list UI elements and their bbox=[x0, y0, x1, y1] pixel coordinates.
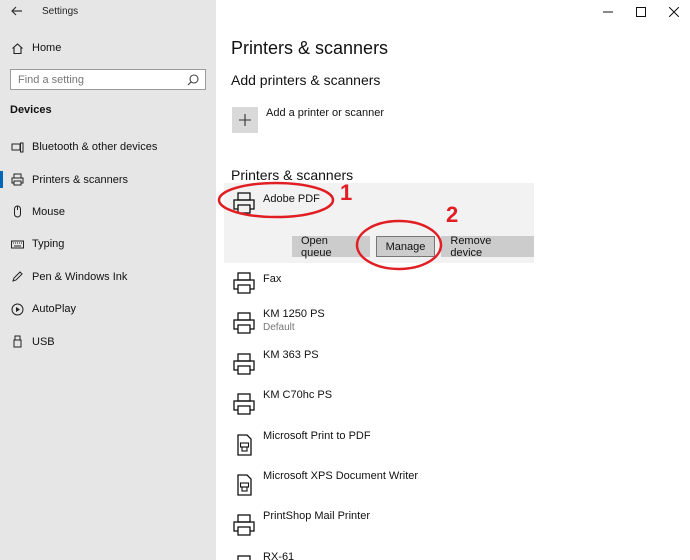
usb-icon bbox=[10, 335, 24, 349]
printer-name: Adobe PDF bbox=[263, 193, 320, 205]
printer-name: Microsoft Print to PDF bbox=[263, 429, 371, 442]
open-queue-button[interactable]: Open queue bbox=[292, 235, 370, 259]
printer-name: KM 1250 PS bbox=[263, 308, 325, 321]
printer-item-ms-xps[interactable]: Microsoft XPS Document Writer bbox=[224, 465, 534, 505]
main-content: Printers & scanners Add printers & scann… bbox=[216, 0, 690, 560]
search-icon[interactable] bbox=[186, 73, 200, 87]
sidebar-item-usb[interactable]: USB bbox=[0, 325, 216, 357]
annotation-number-1: 1 bbox=[340, 180, 353, 205]
printer-item-km-c70hc[interactable]: KM C70hc PS bbox=[224, 384, 534, 424]
sidebar-item-label: Bluetooth & other devices bbox=[32, 141, 158, 154]
printer-icon bbox=[233, 192, 255, 214]
pen-icon bbox=[10, 270, 24, 284]
autoplay-icon bbox=[10, 302, 24, 316]
printer-item-adobe-pdf[interactable]: Adobe PDF Open queue Manage Remove devic… bbox=[224, 183, 534, 263]
add-printer-label: Add a printer or scanner bbox=[266, 106, 385, 119]
sidebar-item-label: Home bbox=[32, 42, 62, 54]
sidebar-item-label: Typing bbox=[32, 238, 65, 251]
printer-icon bbox=[233, 393, 255, 415]
printer-icon bbox=[233, 312, 255, 335]
add-printer-row[interactable]: Add a printer or scanner bbox=[232, 107, 384, 133]
list-section-title: Printers & scanners bbox=[231, 167, 354, 183]
printer-name: KM C70hc PS bbox=[263, 389, 333, 402]
document-printer-icon bbox=[237, 433, 252, 456]
page-title: Printers & scanners bbox=[231, 38, 389, 58]
section-title: Devices bbox=[10, 104, 52, 116]
sidebar-item-label: Pen & Windows Ink bbox=[32, 270, 128, 283]
mouse-icon bbox=[10, 205, 24, 219]
nav-list: Bluetooth & other devices Printers & sca… bbox=[0, 131, 216, 358]
printer-item-printshop[interactable]: PrintShop Mail Printer bbox=[224, 505, 534, 545]
sidebar-item-pen[interactable]: Pen & Windows Ink bbox=[0, 261, 216, 293]
sidebar-item-printers[interactable]: Printers & scanners bbox=[0, 163, 216, 195]
printer-item-km-363[interactable]: KM 363 PS bbox=[224, 344, 534, 384]
sidebar-item-label: USB bbox=[32, 335, 55, 348]
printer-name: PrintShop Mail Printer bbox=[263, 510, 370, 523]
search-placeholder: Find a setting bbox=[18, 73, 85, 86]
sidebar-item-label: Printers & scanners bbox=[32, 173, 128, 186]
printer-icon bbox=[233, 272, 255, 294]
printer-icon bbox=[237, 555, 251, 560]
printer-name: Fax bbox=[263, 273, 282, 285]
printer-default-label: Default bbox=[263, 322, 295, 334]
printer-item-fax[interactable]: Fax bbox=[224, 263, 534, 303]
search-input[interactable]: Find a setting bbox=[10, 69, 206, 90]
sidebar-item-mouse[interactable]: Mouse bbox=[0, 196, 216, 228]
printer-icon bbox=[10, 173, 24, 187]
printer-name: Microsoft XPS Document Writer bbox=[263, 469, 419, 482]
sidebar-item-bluetooth[interactable]: Bluetooth & other devices bbox=[0, 131, 216, 163]
bluetooth-icon bbox=[10, 140, 24, 154]
manage-button[interactable]: Manage bbox=[375, 236, 436, 257]
document-printer-icon bbox=[237, 474, 252, 496]
sidebar-item-typing[interactable]: Typing bbox=[0, 228, 216, 260]
printer-list: Adobe PDF Open queue Manage Remove devic… bbox=[224, 183, 534, 560]
home-icon bbox=[10, 41, 24, 55]
remove-device-button[interactable]: Remove device bbox=[441, 235, 534, 259]
add-section-title: Add printers & scanners bbox=[231, 72, 381, 88]
printer-item-rx61[interactable]: RX-61 bbox=[224, 546, 534, 560]
sidebar-item-label: AutoPlay bbox=[32, 303, 77, 316]
title-bar: Settings bbox=[0, 0, 216, 24]
plus-icon bbox=[239, 114, 251, 126]
add-printer-button[interactable] bbox=[232, 107, 258, 133]
sidebar: Settings Home Find a setting Devices Blu… bbox=[0, 0, 216, 560]
keyboard-icon bbox=[10, 237, 24, 251]
annotation-number-2: 2 bbox=[446, 202, 459, 227]
sidebar-item-label: Mouse bbox=[32, 205, 66, 218]
printer-item-ms-print-pdf[interactable]: Microsoft Print to PDF bbox=[224, 425, 534, 465]
printer-name: RX-61 bbox=[263, 550, 295, 560]
printer-icon bbox=[233, 514, 255, 536]
sidebar-item-home[interactable]: Home bbox=[0, 37, 216, 59]
printer-name: KM 363 PS bbox=[263, 348, 319, 361]
printer-icon bbox=[233, 353, 255, 375]
printer-actions: Open queue Manage Remove device bbox=[292, 235, 534, 259]
back-arrow-icon[interactable] bbox=[9, 3, 25, 19]
app-title: Settings bbox=[42, 6, 79, 17]
sidebar-item-autoplay[interactable]: AutoPlay bbox=[0, 293, 216, 325]
printer-item-km-1250[interactable]: KM 1250 PS Default bbox=[224, 303, 534, 343]
